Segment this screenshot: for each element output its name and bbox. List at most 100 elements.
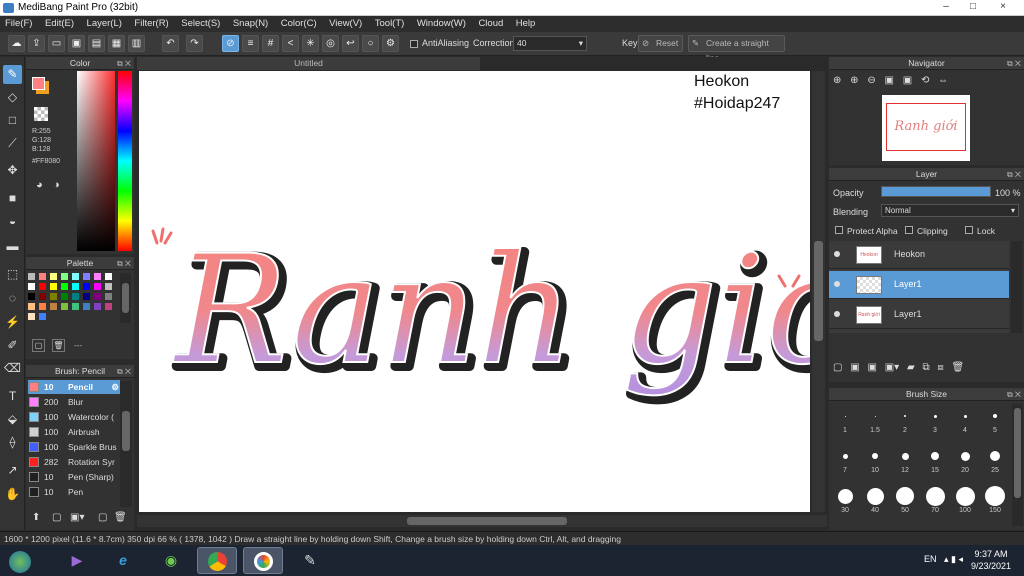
brush-menu-icon[interactable]: ▣▾ <box>70 512 84 523</box>
concentric-snap-icon[interactable]: ◎ <box>322 35 339 52</box>
blending-select[interactable]: Normal ▾ <box>881 204 1019 217</box>
palette-swatch[interactable] <box>94 273 101 280</box>
select-eraser-icon[interactable]: ⌫ <box>3 359 22 378</box>
menu-window[interactable]: Window(W) <box>412 16 471 31</box>
brush-size-cell[interactable]: 70 <box>920 484 950 514</box>
brush-row-selected[interactable]: 10 Pencil ⚙ <box>28 380 120 394</box>
palette-swatch[interactable] <box>50 283 57 290</box>
transparent-color-swatch[interactable] <box>34 107 48 121</box>
palette-swatch[interactable] <box>61 293 68 300</box>
app-icon[interactable]: ◉ <box>151 547 191 574</box>
operation-tool-icon[interactable]: ↗ <box>3 461 22 480</box>
add-palette-icon[interactable]: ▢ <box>32 339 45 352</box>
menu-tool[interactable]: Tool(T) <box>370 16 410 31</box>
brush-settings-gear-icon[interactable]: ⚙ <box>111 380 119 394</box>
palette-swatch[interactable] <box>61 273 68 280</box>
merge-layer-icon[interactable]: ⧈ <box>937 362 943 373</box>
dot-tool-icon[interactable]: □ <box>3 111 22 130</box>
delete-brush-icon[interactable]: 🗑 <box>114 512 127 523</box>
new-brush-icon[interactable]: ▢ <box>52 512 61 523</box>
document-icon[interactable]: ▤ <box>88 35 105 52</box>
palette-swatch[interactable] <box>50 303 57 310</box>
share-icon[interactable]: ⇪ <box>28 35 45 52</box>
minimize-button[interactable]: – <box>935 0 957 14</box>
tray-icon[interactable]: ▴ ▮ ◂ <box>944 554 963 565</box>
panel-popout-icon[interactable]: ⧉ ✕ <box>117 57 131 70</box>
brush-size-cell[interactable]: 5 <box>980 404 1010 434</box>
fill-rect-icon[interactable]: ■ <box>3 189 22 208</box>
palette-swatch[interactable] <box>28 273 35 280</box>
radial-snap-icon[interactable]: ✳ <box>302 35 319 52</box>
brush-size-cell[interactable]: 30 <box>830 484 860 514</box>
layer-row[interactable]: Ranh giới Layer1 <box>829 301 1009 329</box>
palette-swatch[interactable] <box>105 283 112 290</box>
primary-color-swatch[interactable] <box>32 77 45 90</box>
lasso-select-icon[interactable]: ◌ <box>3 289 22 308</box>
palette-swatch[interactable] <box>72 293 79 300</box>
navigator-preview[interactable]: Ranh giới <box>882 95 970 161</box>
brush-size-cell[interactable]: 4 <box>950 404 980 434</box>
menu-view[interactable]: View(V) <box>324 16 367 31</box>
straight-line-button[interactable]: ✎Create a straight line <box>688 35 785 63</box>
canvas-tab[interactable]: Untitled <box>137 57 480 70</box>
snap-settings-icon[interactable]: ⚙ <box>382 35 399 52</box>
saturation-value-picker[interactable] <box>77 71 115 251</box>
delete-palette-icon[interactable]: 🗑 <box>52 339 65 352</box>
palette-swatch[interactable] <box>94 283 101 290</box>
cross-snap-icon[interactable]: # <box>262 35 279 52</box>
rect-select-icon[interactable]: ⬚ <box>3 265 22 284</box>
panel-popout-icon[interactable]: ⧉ ✕ <box>1007 388 1021 401</box>
internet-explorer-icon[interactable]: e <box>103 547 143 574</box>
text-tool-icon[interactable]: T <box>3 387 22 406</box>
clock[interactable]: 9:37 AM 9/23/2021 <box>962 548 1020 572</box>
brush-size-cell[interactable]: 1.5 <box>860 404 890 434</box>
correction-select[interactable]: 40 ▾ <box>513 36 587 51</box>
palette-swatch[interactable] <box>83 293 90 300</box>
medibang-taskbar-icon[interactable] <box>243 547 283 574</box>
flip-icon[interactable]: ⇔ <box>938 75 948 86</box>
start-button-icon[interactable] <box>2 547 38 574</box>
brush-size-cell[interactable]: 15 <box>920 444 950 474</box>
move-tool-icon[interactable]: ✥ <box>3 161 22 180</box>
palette-swatch[interactable] <box>105 303 112 310</box>
brush-size-cell[interactable]: 150 <box>980 484 1010 514</box>
parallel-snap-icon[interactable]: ≡ <box>242 35 259 52</box>
eyedropper-icon[interactable]: ⟠ <box>3 433 22 452</box>
layer-menu-icon[interactable]: ▣▾ <box>885 362 899 373</box>
layer-row[interactable]: Heokon #Hoidap247 Heokon <box>829 241 1009 269</box>
palette-swatch[interactable] <box>28 293 35 300</box>
palette-swatch[interactable] <box>61 283 68 290</box>
brush-row[interactable]: 10 Pen <box>28 485 120 499</box>
snap-off-icon[interactable]: ⊘ <box>222 35 239 52</box>
close-button[interactable]: × <box>992 0 1014 14</box>
brush-settings-icon[interactable]: ▢ <box>98 512 107 523</box>
color-settings-icon[interactable]: ◑ <box>53 179 60 191</box>
visibility-icon[interactable] <box>834 281 840 287</box>
palette-swatch[interactable] <box>50 293 57 300</box>
color-wheel-icon[interactable]: ◕ <box>36 179 43 191</box>
canvas[interactable]: Heokon #Hoidap247 Ranh giới Ranh giới <box>139 71 810 512</box>
palette-swatch[interactable] <box>39 303 46 310</box>
brush-size-cell[interactable]: 25 <box>980 444 1010 474</box>
brush-size-cell[interactable]: 50 <box>890 484 920 514</box>
add-brush-icon[interactable]: ⬆ <box>32 512 40 523</box>
palette-swatch[interactable] <box>28 283 35 290</box>
palette-swatch[interactable] <box>28 303 35 310</box>
brush-row[interactable]: 100 Airbrush <box>28 425 120 439</box>
brush-size-scrollbar[interactable] <box>1012 404 1023 526</box>
visibility-icon[interactable] <box>834 311 840 317</box>
menu-edit[interactable]: Edit(E) <box>40 16 79 31</box>
antialiasing-checkbox[interactable] <box>410 40 418 48</box>
palette-swatch[interactable] <box>94 293 101 300</box>
palette-swatch[interactable] <box>39 283 46 290</box>
maximize-button[interactable]: □ <box>962 0 984 14</box>
zoom-in-icon[interactable]: ⊕ <box>850 75 858 86</box>
brush-size-cell[interactable]: 10 <box>860 444 890 474</box>
divide-tool-icon[interactable]: ⬙ <box>3 410 22 429</box>
menu-color[interactable]: Color(C) <box>276 16 322 31</box>
palette-swatch[interactable] <box>39 273 46 280</box>
folder-icon[interactable]: ▰ <box>907 362 915 373</box>
cloud-icon[interactable]: ☁ <box>8 35 25 52</box>
protect-alpha-checkbox[interactable] <box>835 226 843 234</box>
brush-row[interactable]: 100 Sparkle Brus <box>28 440 120 454</box>
